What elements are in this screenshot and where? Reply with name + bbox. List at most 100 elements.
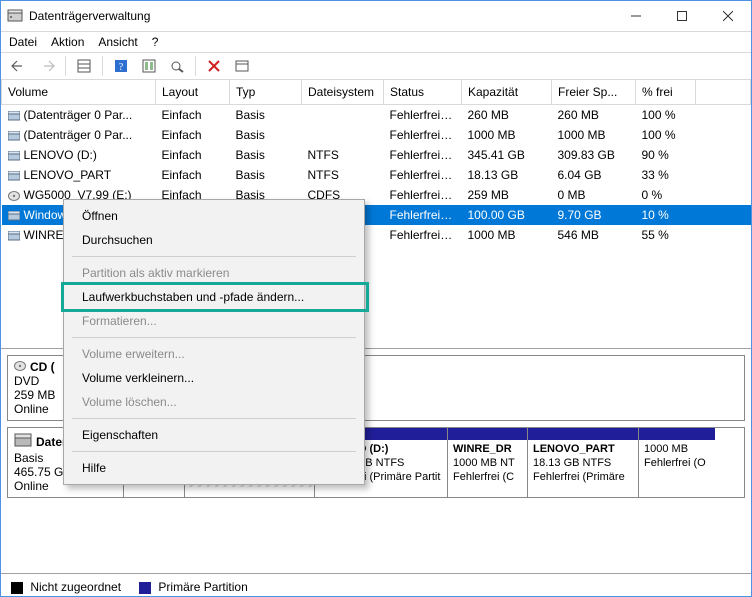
menu-item[interactable]: Laufwerkbuchstaben und -pfade ändern... (64, 285, 364, 309)
menu-view[interactable]: Ansicht (98, 35, 137, 49)
cell-free: 1000 MB (552, 125, 636, 145)
view-graphic-button[interactable] (137, 54, 161, 78)
window-title: Datenträgerverwaltung (29, 9, 613, 23)
volume-icon (8, 111, 20, 121)
menu-help[interactable]: ? (152, 35, 159, 49)
menu-separator (72, 418, 356, 419)
cell-capacity: 1000 MB (462, 125, 552, 145)
volume-name: LENOVO_PART (24, 168, 112, 182)
cell-status: Fehlerfrei (... (384, 185, 462, 205)
volume-row[interactable]: LENOVO_PARTEinfachBasisNTFSFehlerfrei (.… (2, 165, 751, 185)
cell-fs: NTFS (302, 165, 384, 185)
partition-body: WINRE_DR1000 MB NTFehlerfrei (C (448, 440, 527, 487)
partition-title: LENOVO_PART (533, 443, 615, 455)
cell-layout: Einfach (156, 165, 230, 185)
partition-body: LENOVO_PART 18.13 GB NTFS Fehlerfrei (Prim… (528, 440, 638, 487)
partition-body: 1000 MB Fehlerfrei (O (639, 440, 715, 474)
cell-capacity: 259 MB (462, 185, 552, 205)
cell-status: Fehlerfrei (... (384, 145, 462, 165)
close-button[interactable] (705, 1, 751, 31)
volume-row[interactable]: (Datenträger 0 Par...EinfachBasisFehlerf… (2, 105, 751, 126)
partition-status: Fehlerfrei (C (453, 471, 514, 483)
cell-type: Basis (230, 125, 302, 145)
legend-swatch-primary (139, 582, 151, 594)
cell-layout: Einfach (156, 125, 230, 145)
volume-icon (8, 131, 20, 141)
col-free[interactable]: Freier Sp... (552, 80, 636, 105)
cell-capacity: 1000 MB (462, 225, 552, 245)
forward-button[interactable] (35, 54, 59, 78)
partition[interactable]: 1000 MB Fehlerfrei (O (639, 428, 715, 497)
cell-free: 6.04 GB (552, 165, 636, 185)
partition[interactable]: LENOVO_PART 18.13 GB NTFS Fehlerfrei (Prim… (528, 428, 639, 497)
menu-separator (72, 256, 356, 257)
cell-layout: Einfach (156, 105, 230, 126)
menu-item: Partition als aktiv markieren (64, 261, 364, 285)
help-button[interactable]: ? (109, 54, 133, 78)
menu-item: Volume erweitern... (64, 342, 364, 366)
back-button[interactable] (7, 54, 31, 78)
titlebar: Datenträgerverwaltung (1, 1, 751, 32)
legend-unallocated: Nicht zugeordnet (11, 580, 121, 594)
cell-pct: 55 % (636, 225, 696, 245)
minimize-button[interactable] (613, 1, 659, 31)
cell-layout: Einfach (156, 145, 230, 165)
partition-color-bar (448, 428, 527, 440)
volume-row[interactable]: LENOVO (D:)EinfachBasisNTFSFehlerfrei (.… (2, 145, 751, 165)
cell-fs (302, 105, 384, 126)
legend-primary: Primäre Partition (139, 580, 248, 594)
properties-icon[interactable] (230, 54, 254, 78)
partition-status: Fehlerfrei (Primäre (533, 471, 625, 483)
view-list-button[interactable] (72, 54, 96, 78)
legend-label-primary: Primäre Partition (158, 580, 247, 594)
col-type[interactable]: Typ (230, 80, 302, 105)
partition-size: 1000 MB (644, 443, 688, 455)
legend-label-unallocated: Nicht zugeordnet (30, 580, 121, 594)
col-fs[interactable]: Dateisystem (302, 80, 384, 105)
refresh-button[interactable] (165, 54, 189, 78)
window-buttons (613, 1, 751, 31)
maximize-button[interactable] (659, 1, 705, 31)
menubar: Datei Aktion Ansicht ? (1, 32, 751, 52)
cell-fs (302, 125, 384, 145)
cell-pct: 90 % (636, 145, 696, 165)
cell-status: Fehlerfrei (... (384, 165, 462, 185)
col-status[interactable]: Status (384, 80, 462, 105)
partition-status: Fehlerfrei (O (644, 457, 706, 469)
cell-status: Fehlerfrei (... (384, 125, 462, 145)
disk-icon (14, 432, 32, 451)
menu-separator (72, 337, 356, 338)
volume-name: (Datenträger 0 Par... (24, 128, 133, 142)
menu-item[interactable]: Öffnen (64, 204, 364, 228)
volume-row[interactable]: (Datenträger 0 Par... EinfachBasis Fehlerf… (2, 125, 751, 145)
partition-color-bar (528, 428, 638, 440)
legend-swatch-unallocated (11, 582, 23, 594)
toolbar-separator (65, 56, 66, 76)
menu-item[interactable]: Hilfe (64, 456, 364, 480)
partition[interactable]: WINRE_DR1000 MB NTFehlerfrei (C (448, 428, 528, 497)
volume-icon (8, 231, 20, 241)
col-layout[interactable]: Layout (156, 80, 230, 105)
menu-separator (72, 451, 356, 452)
cell-capacity: 260 MB (462, 105, 552, 126)
cell-pct: 33 % (636, 165, 696, 185)
partition-size: 18.13 GB NTFS (533, 457, 611, 469)
menu-item[interactable]: Durchsuchen (64, 228, 364, 252)
toolbar-separator (195, 56, 196, 76)
disk-management-window: Datenträgerverwaltung Datei Aktion Ansic… (0, 0, 752, 597)
menu-item[interactable]: Volume verkleinern... (64, 366, 364, 390)
col-capacity[interactable]: Kapazität (462, 80, 552, 105)
col-volume[interactable]: Volume (2, 80, 156, 105)
volume-icon (8, 151, 20, 161)
cell-free: 546 MB (552, 225, 636, 245)
cell-pct: 100 % (636, 105, 696, 126)
toolbar: ? (1, 52, 751, 80)
delete-icon[interactable] (202, 54, 226, 78)
menu-file[interactable]: Datei (9, 35, 37, 49)
volume-icon (8, 211, 20, 221)
col-spacer (696, 80, 751, 105)
menu-item[interactable]: Eigenschaften (64, 423, 364, 447)
menu-action[interactable]: Aktion (51, 35, 84, 49)
col-pct[interactable]: % frei (636, 80, 696, 105)
disk-title: CD ( (30, 360, 55, 374)
